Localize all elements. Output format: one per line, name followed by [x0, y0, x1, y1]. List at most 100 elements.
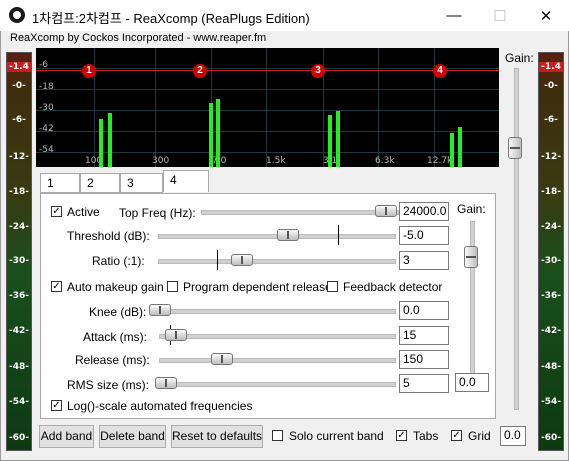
band-gain-slider-thumb[interactable] — [464, 246, 478, 268]
output-level-meter: -1.4 -0- -6- -12- -18- -24- -30- -36- -4… — [538, 52, 564, 451]
band-1-node[interactable]: 1 — [82, 64, 96, 78]
close-icon: ✕ — [539, 7, 553, 25]
output-gain-label: Gain: — [505, 51, 534, 65]
graph-y-label: -18 — [39, 82, 54, 92]
level-bar — [450, 133, 454, 167]
band-gain-field[interactable]: 0.0 — [455, 373, 489, 392]
checkmark-icon: ✓ — [52, 281, 61, 292]
output-gain-slider-thumb[interactable] — [508, 137, 522, 159]
rms-size-slider[interactable] — [159, 382, 396, 387]
knee-field[interactable]: 0.0 — [399, 301, 449, 320]
top-freq-slider-thumb[interactable] — [375, 205, 397, 217]
solo-band-label: Solo current band — [289, 429, 384, 443]
close-button[interactable]: ✕ — [523, 0, 569, 31]
meter-scale-label: -42- — [541, 326, 561, 336]
rms-size-label: RMS size (ms): — [67, 378, 149, 392]
tab-band-4[interactable]: 4 — [163, 170, 209, 192]
meter-scale-label: -6- — [544, 115, 558, 125]
top-freq-slider[interactable] — [201, 210, 399, 215]
active-label: Active — [67, 205, 100, 219]
graph-y-label: -6 — [39, 60, 48, 70]
rms-size-slider-thumb[interactable] — [155, 377, 177, 389]
meter-scale-label: -60- — [9, 433, 29, 443]
band-graph[interactable]: -6 -18 -30 -42 -54 100 300 7.0 1.5k 3.1 … — [36, 48, 499, 167]
level-bar — [209, 103, 213, 167]
band-gain-label: Gain: — [457, 202, 486, 216]
grid-line — [155, 48, 156, 167]
add-band-button[interactable]: Add band — [39, 425, 94, 448]
output-gain-slider[interactable] — [514, 68, 519, 410]
top-freq-field[interactable]: 24000.0 — [399, 202, 449, 221]
ratio-slider-thumb[interactable] — [231, 254, 253, 266]
meter-scale-label: -54- — [541, 397, 561, 407]
meter-scale-label: -24- — [541, 222, 561, 232]
release-label: Release (ms): — [75, 353, 150, 367]
threshold-slider-thumb[interactable] — [277, 229, 299, 241]
meter-scale-label: -36- — [541, 291, 561, 301]
grid-label: Grid — [468, 429, 491, 443]
band-2-node[interactable]: 2 — [193, 64, 207, 78]
ratio-field[interactable]: 3 — [399, 251, 449, 270]
grid-checkbox[interactable]: ✓ — [451, 430, 462, 441]
band-3-node[interactable]: 3 — [311, 64, 325, 78]
credit-text: ReaXcomp by Cockos Incorporated - www.re… — [10, 32, 267, 44]
knee-slider-thumb[interactable] — [149, 304, 171, 316]
meter-scale-label: -60- — [541, 433, 561, 443]
meter-scale-label: -30- — [9, 256, 29, 266]
checkmark-icon: ✓ — [397, 430, 406, 441]
threshold-line — [36, 70, 499, 71]
graph-x-label: 6.3k — [375, 156, 395, 166]
graph-x-label: 300 — [152, 156, 170, 166]
app-icon[interactable] — [9, 7, 25, 23]
knee-slider[interactable] — [151, 309, 396, 314]
program-dependent-label: Program dependent release — [183, 280, 332, 294]
maximize-button[interactable]: ☐ — [477, 0, 523, 31]
output-gain-field[interactable]: 0.0 — [500, 426, 526, 446]
checkmark-icon: ✓ — [52, 206, 61, 217]
program-dependent-checkbox[interactable] — [167, 281, 178, 292]
title-bar[interactable]: 1차컴프:2차컴프 - ReaXcomp (ReaPlugs Edition) … — [0, 0, 569, 31]
tabs-checkbox[interactable]: ✓ — [396, 430, 407, 441]
reset-defaults-button[interactable]: Reset to defaults — [171, 425, 263, 448]
tab-band-2[interactable]: 2 — [80, 173, 120, 193]
band-4-node[interactable]: 4 — [433, 64, 447, 78]
rms-size-field[interactable]: 5 — [399, 374, 449, 393]
grid-line — [266, 48, 267, 167]
grid-line — [36, 110, 499, 111]
feedback-detector-checkbox[interactable] — [327, 281, 338, 292]
ratio-slider[interactable] — [158, 259, 396, 264]
attack-slider[interactable] — [159, 334, 396, 339]
delete-band-button[interactable]: Delete band — [99, 425, 166, 448]
minimize-button[interactable]: — — [431, 0, 477, 31]
level-bar — [458, 127, 462, 167]
band-gain-slider[interactable] — [470, 221, 475, 377]
graph-x-label: 1.5k — [266, 156, 286, 166]
minimize-icon: — — [446, 7, 462, 24]
tab-band-3[interactable]: 3 — [120, 173, 163, 193]
auto-makeup-checkbox[interactable]: ✓ — [51, 281, 62, 292]
log-scale-checkbox[interactable]: ✓ — [51, 400, 62, 411]
threshold-marker — [338, 225, 339, 245]
release-slider-thumb[interactable] — [211, 353, 233, 365]
attack-slider-thumb[interactable] — [165, 329, 187, 341]
tabs-label: Tabs — [413, 429, 439, 443]
meter-peak-label: -1.4 — [7, 62, 31, 72]
meter-scale-label: -48- — [541, 362, 561, 372]
log-scale-label: Log()-scale automated frequencies — [67, 399, 253, 413]
graph-y-label: -42 — [39, 124, 54, 134]
release-slider[interactable] — [159, 358, 396, 363]
active-checkbox[interactable]: ✓ — [51, 206, 62, 217]
ratio-label: Ratio (:1): — [92, 254, 145, 268]
threshold-field[interactable]: -5.0 — [399, 226, 449, 245]
input-level-meter: -1.4 -0- -6- -12- -18- -24- -30- -36- -4… — [6, 52, 32, 451]
meter-scale-label: -36- — [9, 291, 29, 301]
release-field[interactable]: 150 — [399, 350, 449, 369]
solo-band-checkbox[interactable] — [272, 430, 283, 441]
level-bar — [99, 119, 103, 167]
meter-scale-label: -48- — [9, 362, 29, 372]
grid-line — [36, 89, 499, 90]
attack-field[interactable]: 15 — [399, 326, 449, 345]
checkmark-icon: ✓ — [52, 400, 61, 411]
tab-band-1[interactable]: 1 — [40, 173, 80, 193]
grid-line — [36, 68, 499, 69]
